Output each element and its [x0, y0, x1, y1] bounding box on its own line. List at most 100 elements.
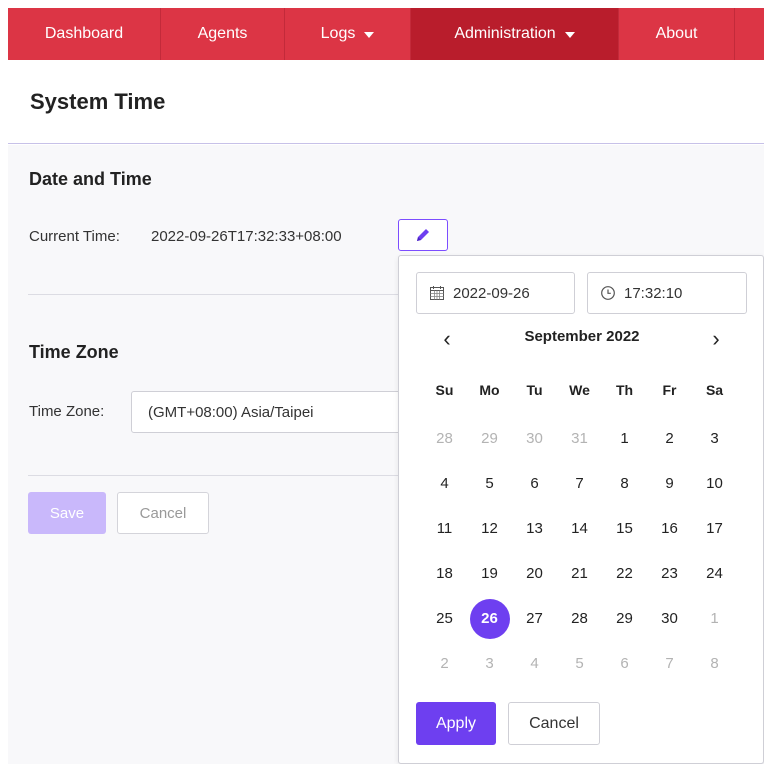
calendar-day[interactable]: 28: [422, 416, 467, 461]
nav-item-agents[interactable]: Agents: [161, 8, 285, 60]
title-bar: System Time: [8, 60, 764, 144]
calendar-day[interactable]: 31: [557, 416, 602, 461]
calendar-day-number: 10: [706, 475, 723, 492]
calendar-day[interactable]: 1: [602, 416, 647, 461]
calendar-day-number: 31: [571, 430, 588, 447]
date-input[interactable]: 2022-09-26: [416, 272, 575, 314]
caret-down-icon: [364, 32, 375, 38]
calendar-day[interactable]: 5: [467, 461, 512, 506]
calendar-day[interactable]: 9: [647, 461, 692, 506]
calendar-day-number: 23: [661, 565, 678, 582]
calendar-day-number: 5: [575, 655, 584, 672]
calendar-grid: 28 29 30 31 1 2 3 4 5 6 7 8 9 10 11 12 13 14 15 16 17 18 19 20 2…: [422, 416, 737, 686]
calendar-day[interactable]: 23: [647, 551, 692, 596]
nav-item-administration[interactable]: Administration: [411, 8, 619, 60]
weekday-label: Mo: [479, 382, 500, 398]
time-input[interactable]: 17:32:10: [587, 272, 747, 314]
calendar-day-number: 8: [710, 655, 719, 672]
calendar-day-number: 29: [481, 430, 498, 447]
time-zone-select[interactable]: (GMT+08:00) Asia/Taipei: [131, 391, 401, 433]
calendar-day[interactable]: 7: [557, 461, 602, 506]
calendar-day[interactable]: 2: [647, 416, 692, 461]
calendar-day[interactable]: 13: [512, 506, 557, 551]
calendar-day-number: 7: [575, 475, 584, 492]
calendar-day[interactable]: 11: [422, 506, 467, 551]
nav-item-label: Dashboard: [44, 25, 124, 42]
calendar-day[interactable]: 21: [557, 551, 602, 596]
nav-item-label: Logs: [320, 25, 356, 42]
calendar-day[interactable]: 6: [602, 641, 647, 686]
calendar-day[interactable]: 5: [557, 641, 602, 686]
weekday-header: Su Mo Tu We Th Fr Sa: [422, 382, 737, 398]
calendar-day-number: 26: [469, 598, 510, 639]
calendar-day-number: 6: [530, 475, 539, 492]
weekday-label: Th: [615, 382, 634, 398]
edit-time-button[interactable]: [398, 219, 448, 251]
pencil-icon: [417, 229, 429, 241]
nav-item-label: Agents: [197, 25, 248, 42]
calendar-day[interactable]: 10: [692, 461, 737, 506]
calendar-day[interactable]: 22: [602, 551, 647, 596]
calendar-day[interactable]: 18: [422, 551, 467, 596]
calendar-day-number: 9: [665, 475, 674, 492]
calendar-day[interactable]: 7: [647, 641, 692, 686]
nav-item-logs[interactable]: Logs: [285, 8, 411, 60]
calendar-day[interactable]: 15: [602, 506, 647, 551]
apply-button[interactable]: Apply: [416, 702, 496, 745]
calendar-day-number: 18: [436, 565, 453, 582]
calendar-day-number: 5: [485, 475, 494, 492]
calendar-day-number: 28: [436, 430, 453, 447]
calendar-week-row: 18 19 20 21 22 23 24: [422, 551, 737, 596]
calendar-day[interactable]: 27: [512, 596, 557, 641]
picker-cancel-button[interactable]: Cancel: [508, 702, 600, 745]
calendar-day[interactable]: 19: [467, 551, 512, 596]
calendar-day-number: 8: [620, 475, 629, 492]
next-month-button[interactable]: ›: [701, 326, 731, 352]
calendar-day[interactable]: 25: [422, 596, 467, 641]
calendar-day[interactable]: 8: [692, 641, 737, 686]
calendar-day[interactable]: 3: [692, 416, 737, 461]
calendar-day[interactable]: 17: [692, 506, 737, 551]
calendar-week-row: 2 3 4 5 6 7 8: [422, 641, 737, 686]
calendar-day[interactable]: 30: [512, 416, 557, 461]
calendar-day[interactable]: 14: [557, 506, 602, 551]
nav-item-about[interactable]: About: [619, 8, 735, 60]
calendar-day[interactable]: 16: [647, 506, 692, 551]
time-zone-selected-value: (GMT+08:00) Asia/Taipei: [148, 403, 314, 421]
calendar-day-number: 13: [526, 520, 543, 537]
calendar-day-number: 2: [665, 430, 674, 447]
calendar-day-number: 15: [616, 520, 633, 537]
date-input-value: 2022-09-26: [453, 284, 530, 302]
weekday-label: Sa: [705, 382, 724, 398]
calendar-week-row: 11 12 13 14 15 16 17: [422, 506, 737, 551]
calendar-day[interactable]: 30: [647, 596, 692, 641]
save-button[interactable]: Save: [28, 492, 106, 534]
current-time-value: 2022-09-26T17:32:33+08:00: [151, 228, 342, 245]
calendar-day[interactable]: 12: [467, 506, 512, 551]
clock-icon: [600, 285, 616, 301]
calendar-day[interactable]: 20: [512, 551, 557, 596]
calendar-day[interactable]: 2: [422, 641, 467, 686]
calendar-day-number: 21: [571, 565, 588, 582]
calendar-day[interactable]: 28: [557, 596, 602, 641]
nav-item-label: About: [655, 25, 698, 42]
calendar-day[interactable]: 1: [692, 596, 737, 641]
weekday-label: Tu: [526, 382, 543, 398]
nav-item-dashboard[interactable]: Dashboard: [8, 8, 161, 60]
calendar-day[interactable]: 6: [512, 461, 557, 506]
calendar-day-number: 22: [616, 565, 633, 582]
calendar-day-number: 27: [526, 610, 543, 627]
calendar-day[interactable]: 8: [602, 461, 647, 506]
cancel-button[interactable]: Cancel: [117, 492, 209, 534]
calendar-day[interactable]: 4: [512, 641, 557, 686]
calendar-day-selected[interactable]: 26: [467, 596, 512, 641]
calendar-day-number: 3: [710, 430, 719, 447]
calendar-day[interactable]: 24: [692, 551, 737, 596]
calendar-day[interactable]: 4: [422, 461, 467, 506]
calendar-day[interactable]: 3: [467, 641, 512, 686]
calendar-day[interactable]: 29: [467, 416, 512, 461]
calendar-day[interactable]: 29: [602, 596, 647, 641]
page-title: System Time: [30, 89, 166, 114]
main-navbar: Dashboard Agents Logs Administration About: [8, 8, 764, 60]
datetime-picker-popup: 2022-09-26 17:32:10 ‹ September 2022 › S…: [398, 255, 764, 764]
